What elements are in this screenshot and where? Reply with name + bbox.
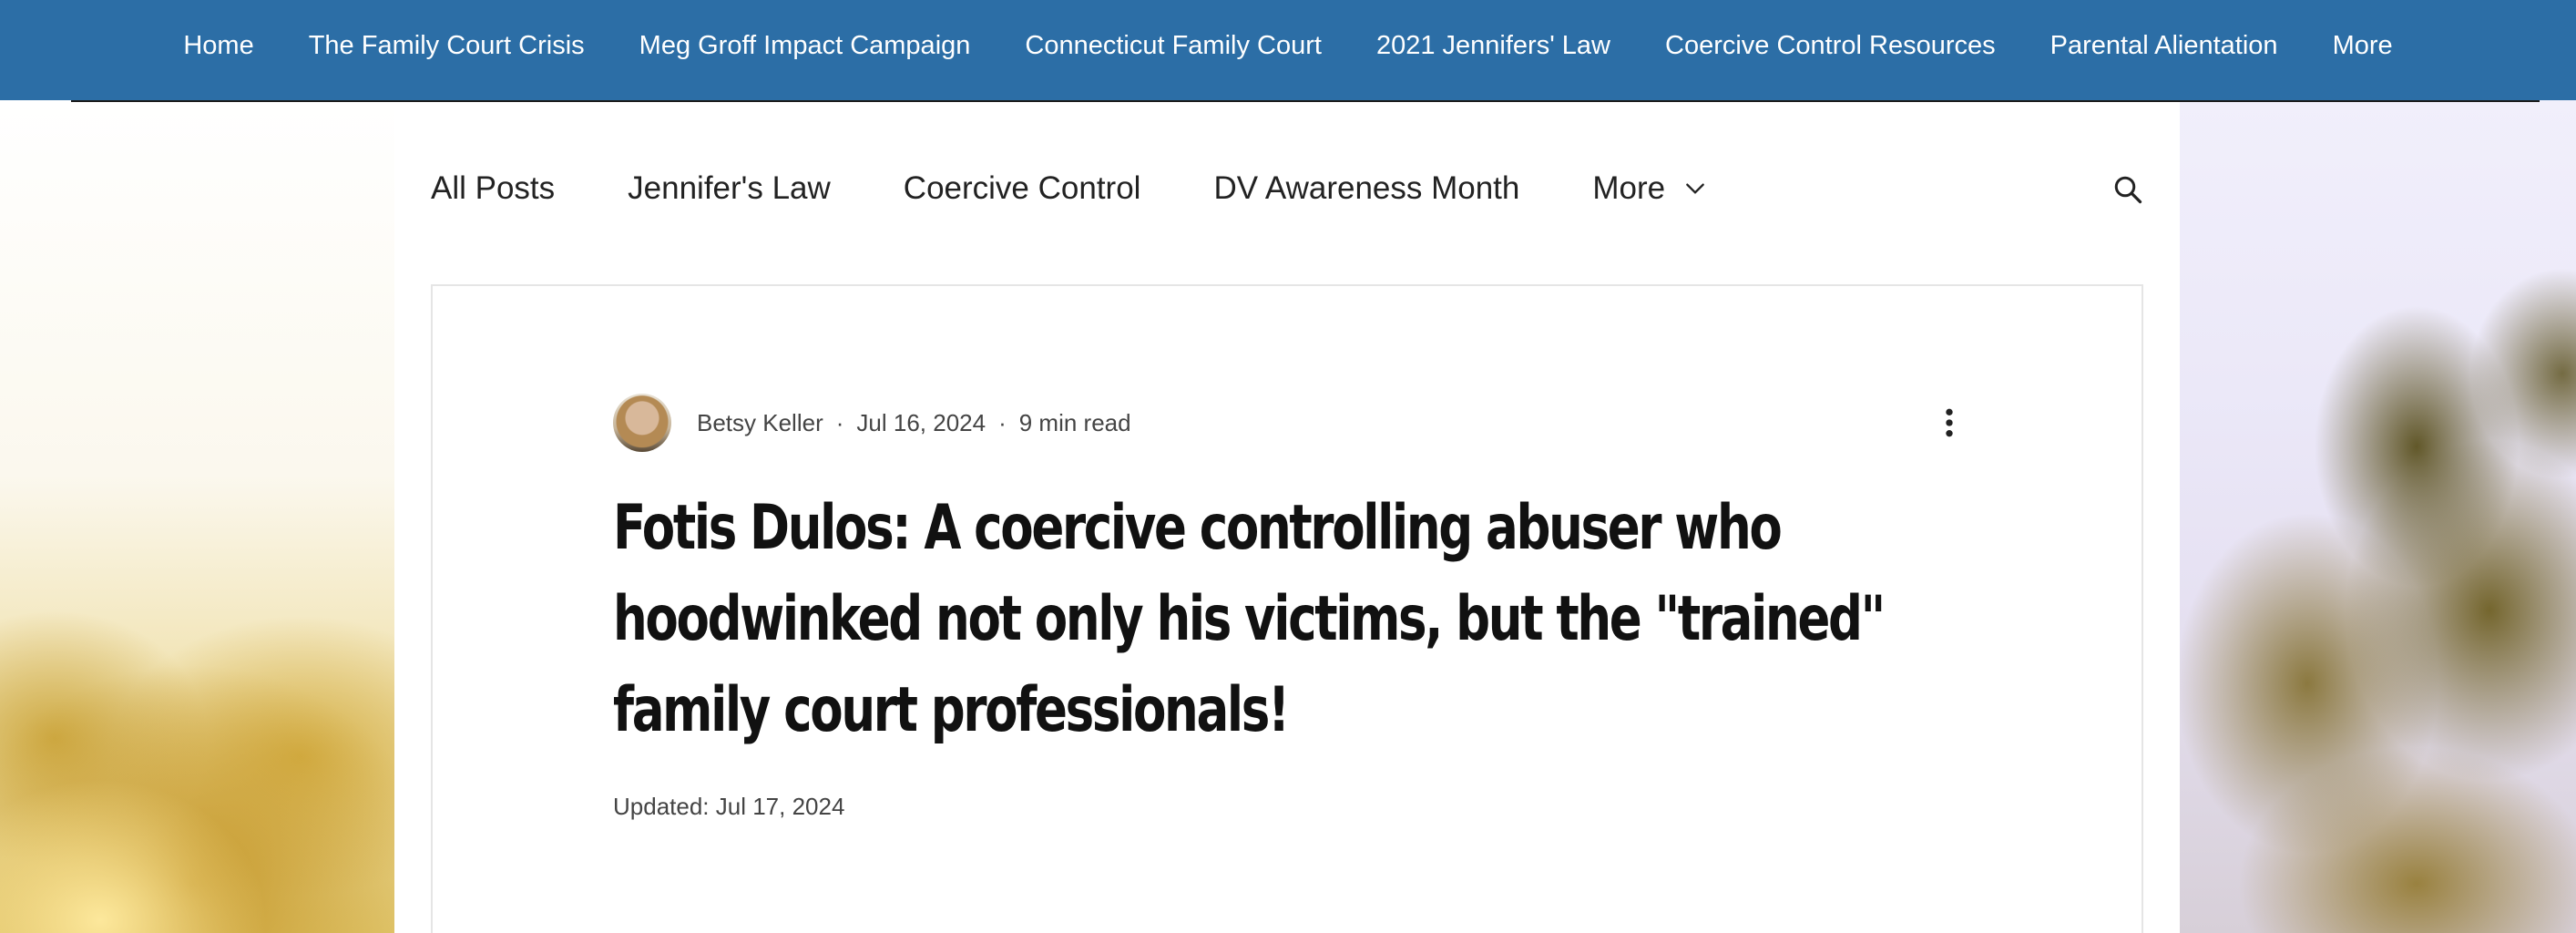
category-more-label: More [1592,170,1666,206]
background-photo-left [0,100,394,933]
category-dv-awareness-month[interactable]: DV Awareness Month [1213,170,1519,207]
more-vert-icon[interactable] [1931,405,1968,441]
main-content: All Posts Jennifer's Law Coercive Contro… [394,102,2180,933]
background-photo-right [2180,100,2576,933]
post-updated-date: Updated: Jul 17, 2024 [613,793,845,820]
category-all-posts[interactable]: All Posts [431,170,555,207]
category-more-dropdown[interactable]: More [1592,170,1707,207]
post-title: Fotis Dulos: A coercive controlling abus… [613,492,1886,746]
meta-separator: · [998,408,1007,436]
nav-item-family-court-crisis[interactable]: The Family Court Crisis [281,31,612,61]
nav-item-parental-alienation[interactable]: Parental Alientation [2023,31,2305,61]
nav-item-jennifers-law[interactable]: 2021 Jennifers' Law [1349,31,1638,61]
author-avatar[interactable] [613,394,671,452]
nav-item-home[interactable]: Home [156,31,281,61]
nav-item-coercive-control-resources[interactable]: Coercive Control Resources [1638,31,2023,61]
nav-item-meg-groff-campaign[interactable]: Meg Groff Impact Campaign [612,31,998,61]
post-date: Jul 16, 2024 [856,408,986,436]
meta-separator: · [835,408,844,436]
chevron-down-icon [1686,183,1704,194]
site-top-nav: Home The Family Court Crisis Meg Groff I… [0,0,2576,100]
post-card: Betsy Keller · Jul 16, 2024 · 9 min read… [431,284,2143,933]
nav-item-more[interactable]: More [2305,31,2420,61]
post-meta: Betsy Keller · Jul 16, 2024 · 9 min read [613,394,1131,452]
category-jennifers-law[interactable]: Jennifer's Law [628,170,831,207]
read-time: 9 min read [1018,408,1131,436]
author-name[interactable]: Betsy Keller [697,409,823,437]
category-coercive-control[interactable]: Coercive Control [904,170,1141,207]
blog-category-nav: All Posts Jennifer's Law Coercive Contro… [431,148,2143,230]
nav-item-connecticut-family-court[interactable]: Connecticut Family Court [997,31,1349,61]
search-icon[interactable] [2111,173,2144,206]
